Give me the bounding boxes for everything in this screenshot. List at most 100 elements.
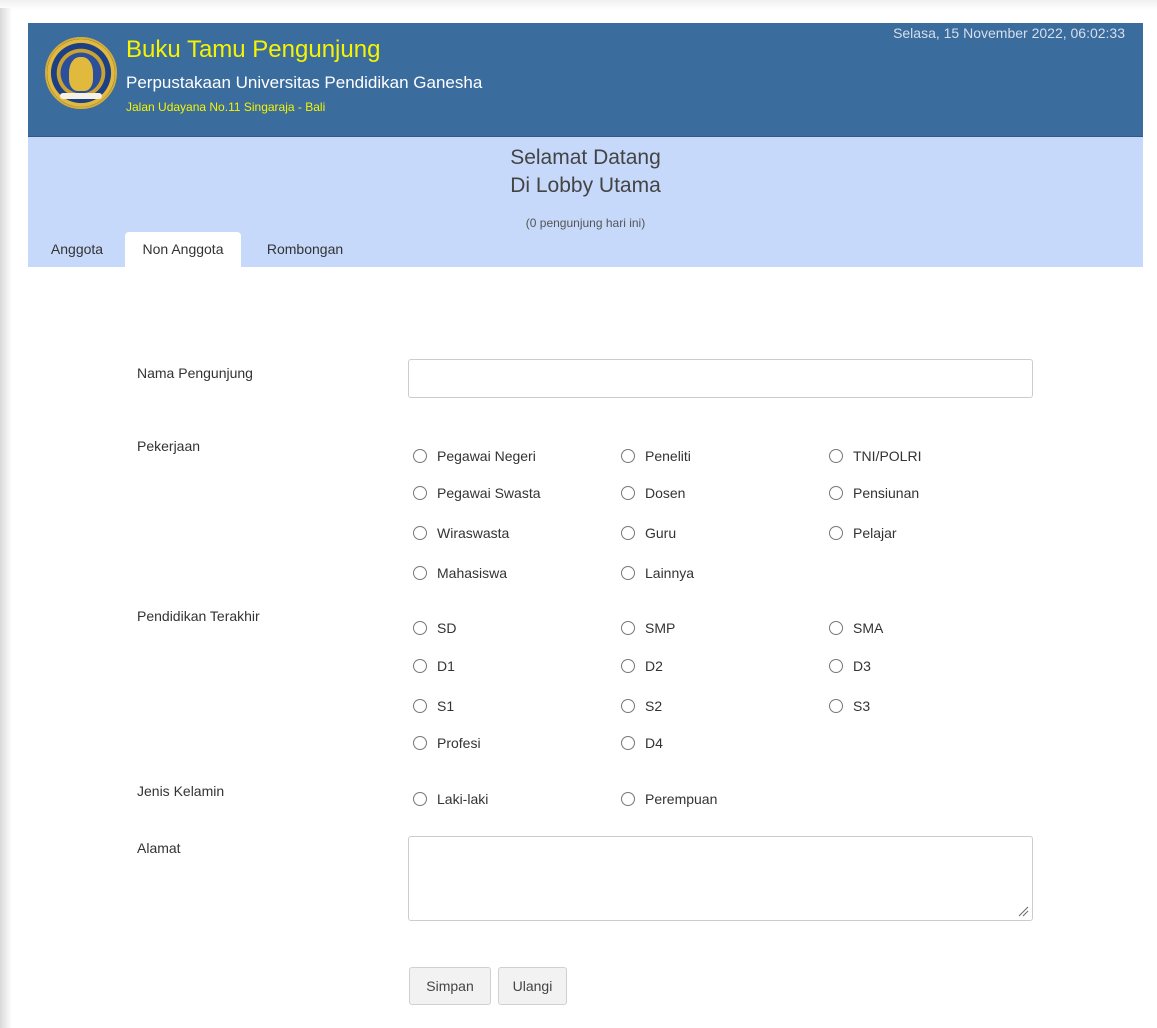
radio-label: S2 <box>645 698 663 714</box>
radio-label: Pegawai Negeri <box>437 448 536 464</box>
tab-rombongan[interactable]: Rombongan <box>255 232 355 267</box>
radio-label: D1 <box>437 658 455 674</box>
name-input[interactable] <box>408 359 1033 398</box>
radio-label: Wiraswasta <box>437 525 510 541</box>
resize-grip-icon <box>1018 906 1029 917</box>
radio-label: Pelajar <box>853 525 897 541</box>
radio-mahasiswa[interactable]: Mahasiswa <box>413 563 507 583</box>
pekerjaan-label: Pekerjaan <box>137 438 201 454</box>
radio-circle[interactable] <box>413 736 427 750</box>
radio-peneliti[interactable]: Peneliti <box>621 446 691 466</box>
radio-label: SD <box>437 620 457 636</box>
radio-circle[interactable] <box>621 486 635 500</box>
radio-wiraswasta[interactable]: Wiraswasta <box>413 523 509 543</box>
radio-circle[interactable] <box>413 659 427 673</box>
radio-circle[interactable] <box>621 566 635 580</box>
radio-profesi[interactable]: Profesi <box>413 733 481 753</box>
radio-label: TNI/POLRI <box>853 448 922 464</box>
radio-circle[interactable] <box>413 566 427 580</box>
radio-lainnya[interactable]: Lainnya <box>621 563 694 583</box>
radio-circle[interactable] <box>829 526 843 540</box>
alamat-textarea[interactable] <box>408 836 1033 921</box>
window-top-edge <box>0 0 1157 10</box>
radio-sd[interactable]: SD <box>413 618 456 638</box>
university-logo <box>45 37 117 109</box>
radio-tni-polri[interactable]: TNI/POLRI <box>829 446 921 466</box>
radio-circle[interactable] <box>413 486 427 500</box>
radio-perempuan[interactable]: Perempuan <box>621 789 717 809</box>
visitor-count: (0 pengunjung hari ini) <box>525 216 646 230</box>
radio-label: Mahasiswa <box>437 565 508 581</box>
radio-label: Pegawai Swasta <box>437 485 541 501</box>
radio-label: Laki-laki <box>437 791 489 807</box>
radio-label: Peneliti <box>645 448 691 464</box>
welcome-banner: Selamat Datang Di Lobby Utama (0 pengunj… <box>28 137 1143 267</box>
radio-label: D3 <box>853 658 871 674</box>
radio-d3[interactable]: D3 <box>829 656 871 676</box>
library-address: Jalan Udayana No.11 Singaraja - Bali <box>126 100 326 114</box>
radio-circle[interactable] <box>621 792 635 806</box>
gender-label: Jenis Kelamin <box>137 783 225 799</box>
radio-d1[interactable]: D1 <box>413 656 455 676</box>
radio-label: Pensiunan <box>853 485 920 501</box>
radio-smp[interactable]: SMP <box>621 618 675 638</box>
save-button[interactable]: Simpan <box>409 967 491 1005</box>
radio-circle[interactable] <box>829 449 843 463</box>
radio-s3[interactable]: S3 <box>829 696 870 716</box>
radio-circle[interactable] <box>413 526 427 540</box>
logo-emblem <box>69 57 93 91</box>
radio-label: Profesi <box>437 735 481 751</box>
radio-d2[interactable]: D2 <box>621 656 663 676</box>
radio-circle[interactable] <box>413 792 427 806</box>
radio-label: Guru <box>645 525 677 541</box>
radio-circle[interactable] <box>413 699 427 713</box>
tab-non-anggota[interactable]: Non Anggota <box>125 232 241 267</box>
radio-label: SMP <box>645 620 676 636</box>
radio-circle[interactable] <box>621 621 635 635</box>
tab-anggota[interactable]: Anggota <box>42 232 112 267</box>
welcome-line-1: Selamat Datang <box>510 146 661 169</box>
radio-label: Lainnya <box>645 565 695 581</box>
radio-circle[interactable] <box>413 621 427 635</box>
radio-label: Dosen <box>645 485 686 501</box>
radio-s1[interactable]: S1 <box>413 696 454 716</box>
current-datetime: Selasa, 15 November 2022, 06:02:33 <box>893 25 1125 41</box>
library-name: Perpustakaan Universitas Pendidikan Gane… <box>126 73 483 92</box>
radio-pensiunan[interactable]: Pensiunan <box>829 483 919 503</box>
radio-dosen[interactable]: Dosen <box>621 483 685 503</box>
radio-circle[interactable] <box>621 659 635 673</box>
welcome-line-2: Di Lobby Utama <box>510 174 661 197</box>
radio-circle[interactable] <box>829 699 843 713</box>
radio-s2[interactable]: S2 <box>621 696 662 716</box>
radio-circle[interactable] <box>621 736 635 750</box>
radio-pegawai-swasta[interactable]: Pegawai Swasta <box>413 483 541 503</box>
radio-label: D2 <box>645 658 663 674</box>
radio-pelajar[interactable]: Pelajar <box>829 523 897 543</box>
logo-banner <box>60 93 102 99</box>
radio-circle[interactable] <box>413 449 427 463</box>
alamat-label: Alamat <box>137 840 181 856</box>
radio-sma[interactable]: SMA <box>829 618 883 638</box>
radio-circle[interactable] <box>829 659 843 673</box>
radio-circle[interactable] <box>829 486 843 500</box>
radio-circle[interactable] <box>829 621 843 635</box>
radio-guru[interactable]: Guru <box>621 523 676 543</box>
radio-label: S3 <box>853 698 871 714</box>
reset-button[interactable]: Ulangi <box>498 967 567 1005</box>
radio-label: D4 <box>645 735 663 751</box>
radio-label: S1 <box>437 698 455 714</box>
resize-handle-icon[interactable] <box>1017 904 1029 917</box>
app-title: Buku Tamu Pengunjung <box>126 36 381 63</box>
name-label: Nama Pengunjung <box>137 365 253 381</box>
radio-d4[interactable]: D4 <box>621 733 663 753</box>
pendidikan-label: Pendidikan Terakhir <box>137 608 260 624</box>
radio-circle[interactable] <box>621 526 635 540</box>
window-left-edge <box>0 8 12 1028</box>
radio-circle[interactable] <box>621 449 635 463</box>
radio-circle[interactable] <box>621 699 635 713</box>
radio-pegawai-negeri[interactable]: Pegawai Negeri <box>413 446 536 466</box>
site-header: Buku Tamu Pengunjung Perpustakaan Univer… <box>28 23 1143 137</box>
page-frame: Buku Tamu Pengunjung Perpustakaan Univer… <box>0 0 1157 1028</box>
radio-laki-laki[interactable]: Laki-laki <box>413 789 488 809</box>
radio-label: SMA <box>853 620 884 636</box>
